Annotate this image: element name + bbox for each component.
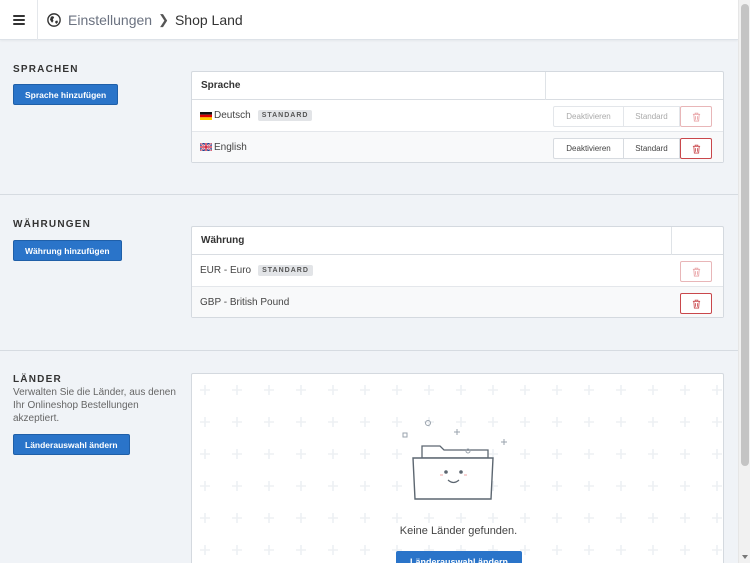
delete-button[interactable] (680, 261, 712, 282)
standard-badge: STANDARD (258, 265, 313, 276)
page-title: Shop Land (174, 11, 243, 28)
section-divider (0, 194, 738, 195)
add-currency-button[interactable]: Währung hinzufügen (13, 240, 122, 261)
countries-empty-panel: Keine Länder gefunden. Länderauswahl änd… (191, 373, 724, 563)
standard-badge: STANDARD (257, 110, 313, 121)
hamburger-icon (12, 14, 25, 25)
table-row: GBP - British Pound (192, 286, 723, 317)
language-name: English (214, 141, 247, 153)
gb-flag-icon (200, 143, 212, 151)
languages-table-header: Sprache (192, 72, 723, 100)
page-scrollbar[interactable] (738, 0, 750, 563)
table-row: EUR - Euro STANDARD (192, 255, 723, 286)
currency-name: EUR - Euro (200, 265, 252, 276)
language-column-header: Sprache (201, 80, 241, 91)
section-divider (0, 350, 738, 351)
trash-icon (692, 299, 700, 308)
trash-icon (692, 112, 700, 121)
delete-button[interactable] (680, 138, 712, 159)
add-language-button[interactable]: Sprache hinzufügen (13, 84, 119, 105)
empty-state-change-countries-button[interactable]: Länderauswahl ändern (396, 551, 523, 563)
languages-section-title: SPRACHEN (13, 64, 79, 75)
countries-description: Verwalten Sie die Länder, aus denen Ihr … (13, 387, 176, 424)
top-bar: Einstellungen ❯ Shop Land (0, 0, 738, 40)
currencies-table: Währung EUR - Euro STANDARD GBP - Britis… (191, 226, 724, 318)
chevron-right-icon: ❯ (158, 11, 169, 27)
deactivate-button[interactable]: Deaktivieren (553, 106, 624, 127)
table-row: Deutsch STANDARD Deaktivieren Standard (192, 100, 723, 131)
set-standard-button[interactable]: Standard (624, 138, 680, 159)
trash-icon (692, 144, 700, 153)
set-standard-button[interactable]: Standard (624, 106, 680, 127)
deactivate-button[interactable]: Deaktivieren (553, 138, 624, 159)
menu-button[interactable] (0, 0, 38, 40)
currency-name: GBP - British Pound (200, 296, 290, 308)
breadcrumb: Einstellungen ❯ Shop Land (47, 12, 243, 28)
empty-folder-icon (402, 420, 507, 500)
de-flag-icon (200, 111, 212, 120)
currencies-section-title: WÄHRUNGEN (13, 219, 92, 230)
delete-button[interactable] (680, 106, 712, 127)
globe-icon (47, 12, 61, 27)
delete-button[interactable] (680, 293, 712, 314)
scroll-down-arrow-icon[interactable] (742, 555, 748, 559)
breadcrumb-settings-link[interactable]: Einstellungen (68, 12, 152, 28)
currencies-table-header: Währung (192, 227, 723, 255)
trash-icon (692, 267, 700, 276)
change-countries-button[interactable]: Länderauswahl ändern (13, 434, 130, 455)
currency-column-header: Währung (201, 235, 245, 246)
languages-table: Sprache Deutsch STANDARD Deaktivieren St… (191, 71, 724, 163)
countries-section-title: LÄNDER (13, 374, 62, 385)
empty-state-text: Keine Länder gefunden. (399, 525, 518, 537)
table-row: English Deaktivieren Standard (192, 131, 723, 162)
scrollbar-thumb[interactable] (741, 4, 749, 466)
language-name: Deutsch (214, 110, 251, 121)
